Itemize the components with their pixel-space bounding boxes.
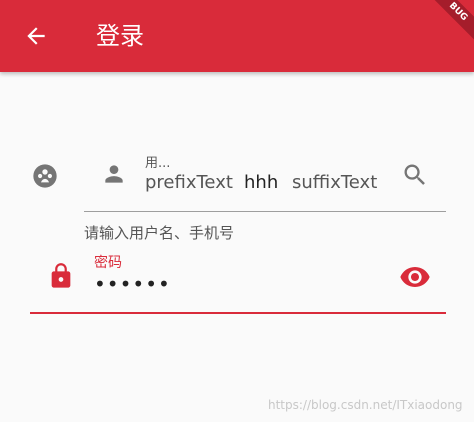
username-helper-text: 请输入用户名、手机号 xyxy=(84,224,235,242)
watermark: https://blog.csdn.net/ITxiaodong xyxy=(268,398,463,412)
password-underline xyxy=(30,312,446,314)
search-icon[interactable] xyxy=(400,160,430,190)
page-title: 登录 xyxy=(96,22,144,50)
password-label: 密码 xyxy=(94,255,122,271)
debug-banner: BUG xyxy=(416,0,474,54)
back-button[interactable] xyxy=(20,20,52,52)
person-icon xyxy=(100,160,128,188)
arrow-back-icon xyxy=(27,27,45,45)
lock-icon xyxy=(46,261,76,291)
eye-icon[interactable] xyxy=(398,262,432,292)
prefix-text: prefixText xyxy=(145,172,233,193)
username-input[interactable]: hhh xyxy=(244,172,278,193)
face-icon xyxy=(30,161,60,191)
suffix-text: suffixText xyxy=(292,172,378,193)
username-label: 用... xyxy=(145,156,171,171)
username-underline xyxy=(84,211,446,212)
app-bar: 登录 BUG xyxy=(0,0,474,72)
password-input[interactable]: •••••• xyxy=(94,272,171,296)
